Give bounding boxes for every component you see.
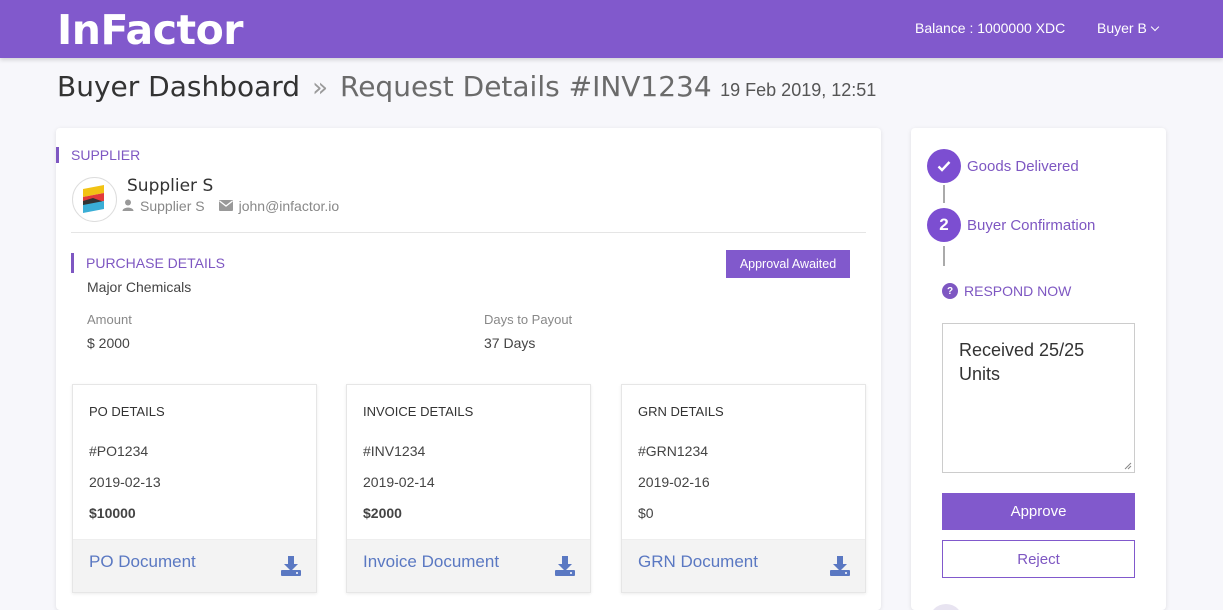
doc-id: #INV1234 — [363, 443, 426, 459]
doc-amount: $0 — [638, 505, 654, 521]
doc-card-footer: PO Document — [73, 539, 316, 592]
doc-date: 2019-02-13 — [89, 474, 161, 490]
amount-value: $ 2000 — [87, 335, 130, 351]
question-icon: ? — [942, 283, 958, 299]
doc-id: #GRN1234 — [638, 443, 709, 459]
supplier-contact: Supplier S — [140, 198, 205, 214]
approve-button[interactable]: Approve — [942, 493, 1135, 530]
chevron-down-icon — [1150, 22, 1160, 32]
respond-now-label: RESPOND NOW — [964, 283, 1072, 299]
doc-card-title: PO DETAILS — [89, 404, 165, 419]
page-title: Request Details #INV1234 — [340, 70, 712, 103]
invoice-details-card: INVOICE DETAILS #INV1234 2019-02-14 $200… — [346, 384, 591, 593]
purchase-section-title: PURCHASE DETAILS — [71, 253, 225, 273]
status-badge: Approval Awaited — [726, 250, 850, 278]
divider — [71, 232, 866, 233]
step-connector — [943, 185, 945, 203]
doc-date: 2019-02-14 — [363, 474, 435, 490]
days-to-payout-label: Days to Payout — [484, 312, 573, 327]
step-connector — [943, 246, 945, 266]
step-complete-badge — [927, 149, 961, 183]
supplier-name: Supplier S — [127, 176, 214, 196]
download-icon[interactable] — [280, 555, 302, 577]
supplier-avatar — [72, 177, 117, 222]
request-details-card: SUPPLIER Supplier S Supplier S john@infa… — [56, 128, 881, 610]
balance-display: Balance : 1000000 XDC — [915, 20, 1066, 36]
app-logo[interactable]: InFactor — [57, 6, 244, 54]
breadcrumb-root[interactable]: Buyer Dashboard — [57, 70, 300, 103]
reject-button[interactable]: Reject — [942, 540, 1135, 578]
check-icon — [937, 161, 951, 172]
po-details-card: PO DETAILS #PO1234 2019-02-13 $10000 PO … — [72, 384, 317, 593]
step-buyer-confirmation: Buyer Confirmation — [967, 217, 1096, 234]
resize-handle-icon[interactable] — [1124, 462, 1132, 470]
top-navbar: InFactor Balance : 1000000 XDC Buyer B — [0, 0, 1223, 58]
supplier-section-title: SUPPLIER — [56, 147, 140, 163]
supplier-logo-icon — [83, 185, 104, 213]
breadcrumb: Buyer Dashboard » Request Details #INV1234… — [57, 70, 876, 103]
supplier-email[interactable]: john@infactor.io — [239, 198, 340, 214]
step-number-badge: 2 — [927, 208, 961, 242]
po-document-link[interactable]: PO Document — [89, 552, 196, 572]
grn-document-link[interactable]: GRN Document — [638, 552, 758, 572]
doc-card-footer: GRN Document — [622, 539, 865, 592]
doc-amount: $10000 — [89, 505, 136, 521]
download-icon[interactable] — [829, 555, 851, 577]
supplier-contact-info: Supplier S john@infactor.io — [122, 198, 339, 214]
download-icon[interactable] — [554, 555, 576, 577]
next-step-badge — [929, 604, 963, 610]
confirmation-note-textarea[interactable]: Received 25/25 Units — [942, 323, 1135, 473]
step-goods-delivered: Goods Delivered — [967, 158, 1079, 175]
user-icon — [122, 198, 134, 214]
envelope-icon — [218, 198, 233, 214]
doc-card-footer: Invoice Document — [347, 539, 590, 592]
days-to-payout-value: 37 Days — [484, 335, 536, 351]
user-menu-dropdown[interactable]: Buyer B — [1097, 20, 1160, 36]
doc-card-title: GRN DETAILS — [638, 404, 724, 419]
user-menu-label: Buyer B — [1097, 20, 1147, 36]
doc-date: 2019-02-16 — [638, 474, 710, 490]
amount-label: Amount — [87, 312, 132, 327]
note-text: Received 25/25 Units — [959, 340, 1085, 384]
request-date: 19 Feb 2019, 12:51 — [720, 80, 877, 100]
doc-amount: $2000 — [363, 505, 402, 521]
doc-card-title: INVOICE DETAILS — [363, 404, 474, 419]
workflow-card: Goods Delivered 2 Buyer Confirmation ? R… — [911, 128, 1166, 610]
purchase-description: Major Chemicals — [87, 279, 192, 295]
doc-id: #PO1234 — [89, 443, 149, 459]
respond-now-link[interactable]: ? RESPOND NOW — [942, 283, 1071, 299]
invoice-document-link[interactable]: Invoice Document — [363, 552, 499, 572]
breadcrumb-separator: » — [312, 73, 328, 103]
grn-details-card: GRN DETAILS #GRN1234 2019-02-16 $0 GRN D… — [621, 384, 866, 593]
